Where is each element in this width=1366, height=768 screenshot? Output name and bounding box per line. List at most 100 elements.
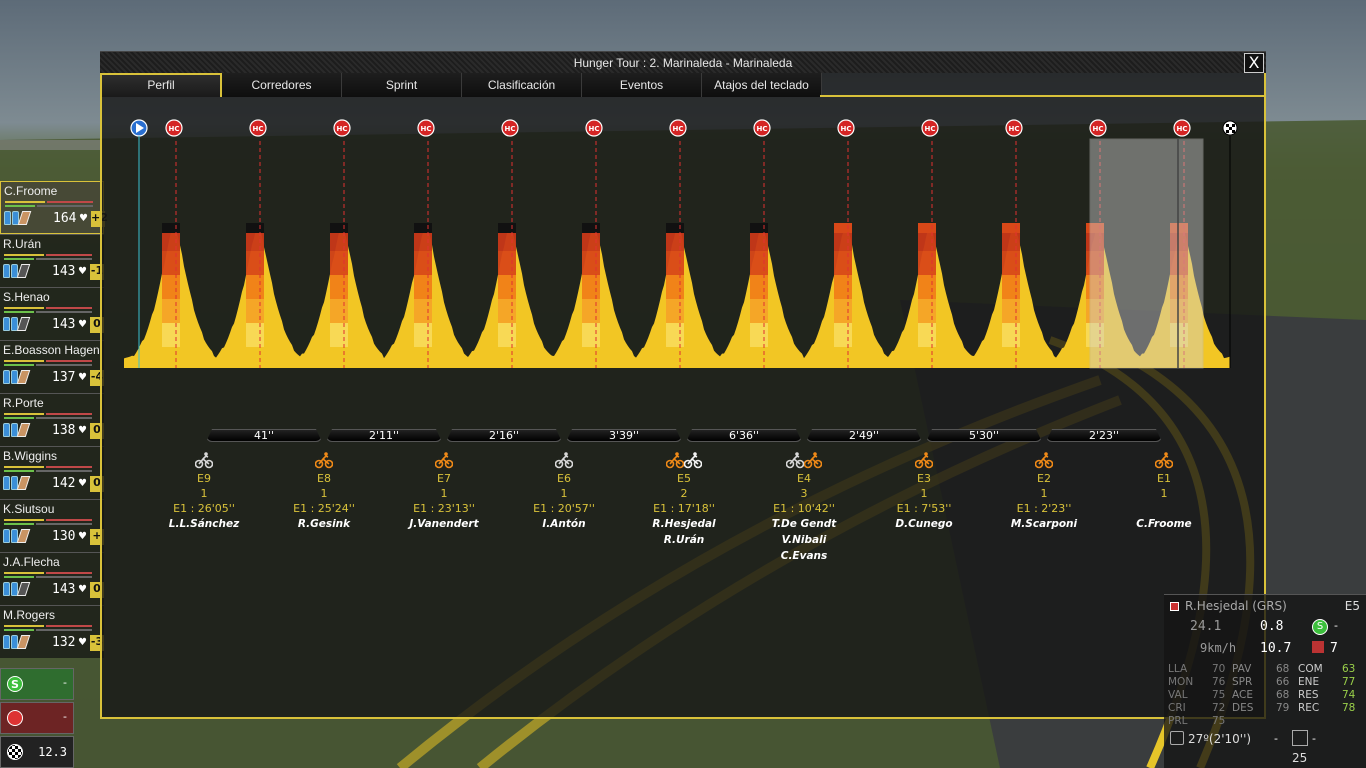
checkered-flag-icon — [7, 744, 23, 760]
group-label: E5 — [677, 472, 691, 485]
group-e8[interactable]: E8 1 E1 : 25'24'' R.Gesink — [264, 451, 384, 532]
climb-shading — [582, 141, 600, 368]
rider-card[interactable]: K.Siutsou 130 ♥ + — [0, 499, 104, 552]
water-bottle-icon — [3, 582, 10, 596]
group-rider-name[interactable]: T.De Gendt — [744, 516, 864, 532]
rider-card[interactable]: C.Froome164♥+2 — [0, 181, 108, 234]
group-rider-name[interactable]: J.Vanendert — [384, 516, 504, 532]
hc-badge-icon[interactable]: HC — [585, 119, 603, 137]
heart-rate: 137 — [52, 370, 76, 385]
hc-badge-icon[interactable]: HC — [669, 119, 687, 137]
hc-badge-icon[interactable]: HC — [753, 119, 771, 137]
group-e3[interactable]: E3 1 E1 : 7'53'' D.Cunego — [864, 451, 984, 532]
hc-badge-icon[interactable]: HC — [1173, 119, 1191, 137]
bottom-right-value: 25 — [1292, 751, 1308, 765]
sprint-dash: - — [1334, 619, 1338, 632]
stat-value: 75 — [1212, 689, 1226, 701]
group-time-gap — [1104, 501, 1224, 516]
rider-card[interactable]: E.Boasson Hagen 137 ♥ -4 — [0, 340, 104, 393]
rider-supplies — [3, 529, 31, 543]
hc-badge-icon[interactable]: HC — [249, 119, 267, 137]
group-rider-name[interactable]: V.Nibali — [744, 532, 864, 548]
rider-name: K.Siutsou — [3, 502, 55, 516]
checkered-flag-icon[interactable] — [1222, 120, 1238, 136]
group-e7[interactable]: E7 1 E1 : 23'13'' J.Vanendert — [384, 451, 504, 532]
stat-label: MON — [1168, 676, 1194, 688]
food-bar-icon — [16, 529, 31, 543]
hc-badge-icon[interactable]: HC — [501, 119, 519, 137]
gap-time: 2'16'' — [446, 429, 562, 442]
hc-badge-icon[interactable]: HC — [837, 119, 855, 137]
group-rider-name[interactable]: M.Scarponi — [984, 516, 1104, 532]
mountain-button[interactable]: - — [0, 702, 74, 734]
rider-card[interactable]: S.Henao 143 ♥ 0 — [0, 287, 104, 340]
rider-energy-bars — [4, 413, 96, 419]
rider-name: C.Froome — [4, 184, 58, 198]
svg-text:HC: HC — [1177, 125, 1188, 133]
hc-badge-icon[interactable]: HC — [165, 119, 183, 137]
rider-card[interactable]: J.A.Flecha 143 ♥ 0 — [0, 552, 104, 605]
position-value: 7 — [1330, 641, 1338, 656]
group-count: 1 — [320, 487, 328, 500]
group-e6[interactable]: E6 1 E1 : 20'57'' I.Antón — [504, 451, 624, 532]
climb-shading — [414, 141, 432, 368]
heart-icon: ♥ — [78, 372, 87, 383]
svg-text:HC: HC — [253, 125, 264, 133]
water-bottle-icon — [3, 317, 10, 331]
finish-button[interactable]: 12.3 — [0, 736, 74, 768]
slope-value: 0.8 — [1260, 619, 1284, 634]
group-count: 1 — [920, 487, 928, 500]
group-icons — [1104, 451, 1224, 471]
group-e4[interactable]: E4 3 E1 : 10'42'' T.De Gendt V.Nibali C.Evans — [744, 451, 864, 564]
group-rider-name[interactable]: D.Cunego — [864, 516, 984, 532]
group-rider-name[interactable]: C.Evans — [744, 548, 864, 564]
svg-text:HC: HC — [337, 125, 348, 133]
cyclist-icon — [684, 452, 702, 469]
hc-badge-icon[interactable]: HC — [417, 119, 435, 137]
heart-rate: 164 — [53, 211, 77, 226]
view-selection[interactable] — [1089, 138, 1204, 369]
group-rider-name[interactable]: I.Antón — [504, 516, 624, 532]
play-icon[interactable] — [130, 119, 148, 137]
stat-label: ENE — [1298, 676, 1320, 688]
stat-value: 66 — [1276, 676, 1290, 688]
rider-info-group: E5 — [1344, 599, 1360, 613]
svg-text:HC: HC — [757, 125, 768, 133]
sprint-button[interactable]: S - — [0, 668, 74, 700]
group-e9[interactable]: E9 1 E1 : 26'05'' L.L.Sánchez — [144, 451, 264, 532]
heart-rate: 132 — [52, 635, 76, 650]
rider-info-name: R.Hesjedal (GRS) — [1185, 599, 1287, 613]
hc-badge-icon[interactable]: HC — [333, 119, 351, 137]
group-rider-name[interactable]: R.Urán — [624, 532, 744, 548]
hc-badge-icon[interactable]: HC — [1089, 119, 1107, 137]
group-time-gap: E1 : 2'23'' — [1016, 502, 1072, 515]
stat-label: ACE — [1232, 689, 1253, 701]
heart-rate: 143 — [52, 582, 76, 597]
group-e2[interactable]: E2 1 E1 : 2'23'' M.Scarponi — [984, 451, 1104, 532]
rider-energy-bars — [4, 466, 96, 472]
group-rider-name[interactable]: R.Hesjedal — [624, 516, 744, 532]
food-bar-icon — [16, 476, 31, 490]
rider-supplies — [3, 370, 31, 384]
group-rider-name[interactable]: L.L.Sánchez — [144, 516, 264, 532]
svg-text:HC: HC — [841, 125, 852, 133]
stat-label: CRI — [1168, 702, 1186, 714]
group-icons — [144, 451, 264, 471]
rider-energy-bars — [4, 572, 96, 578]
stat-value: 68 — [1276, 689, 1290, 701]
stat-label: SPR — [1232, 676, 1253, 688]
hc-badge-icon[interactable]: HC — [1005, 119, 1023, 137]
rider-card[interactable]: R.Urán 143 ♥ -1 — [0, 234, 104, 287]
rider-card[interactable]: M.Rogers 132 ♥ -3 — [0, 605, 104, 658]
group-e5[interactable]: E5 2 E1 : 17'18'' R.Hesjedal R.Urán — [624, 451, 744, 548]
rider-card[interactable]: R.Porte 138 ♥ 0 — [0, 393, 104, 446]
heart-icon: ♥ — [78, 584, 87, 595]
hc-badge-icon[interactable]: HC — [921, 119, 939, 137]
group-icons — [504, 451, 624, 471]
rider-card[interactable]: B.Wiggins 142 ♥ 0 — [0, 446, 104, 499]
group-e1[interactable]: E1 1 C.Froome — [1104, 451, 1224, 532]
gap-time: 3'39'' — [566, 429, 682, 442]
group-rider-name[interactable]: C.Froome — [1104, 516, 1224, 532]
stage-profile: HC HC HC HC HC HC HC HC HC HC HC HC HC — [124, 119, 1238, 369]
group-rider-name[interactable]: R.Gesink — [264, 516, 384, 532]
